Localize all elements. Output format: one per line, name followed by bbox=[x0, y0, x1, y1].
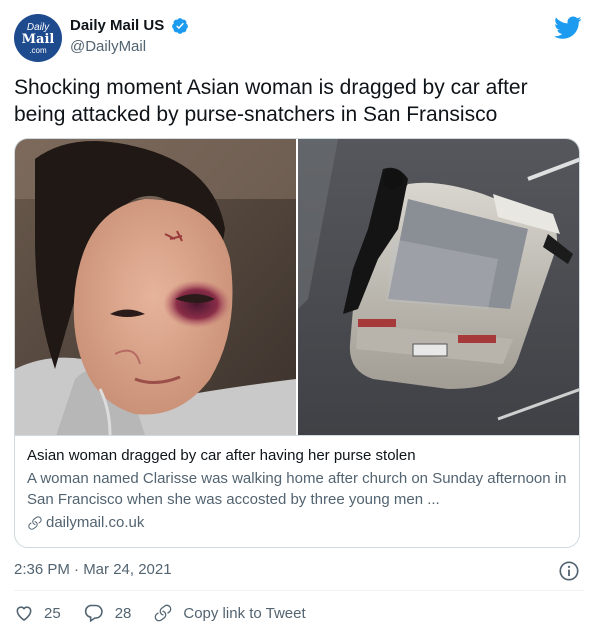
reply-count: 28 bbox=[114, 604, 132, 622]
link-icon bbox=[155, 604, 172, 622]
heart-icon bbox=[16, 606, 32, 622]
tweet-timestamp[interactable]: 2:36 PM · Mar 24, 2021 bbox=[14, 560, 172, 580]
card-image-car[interactable] bbox=[298, 139, 579, 435]
link-card[interactable]: Asian woman dragged by car after having … bbox=[14, 138, 580, 548]
display-name[interactable]: Daily Mail US bbox=[70, 16, 164, 36]
twitter-bird-icon[interactable] bbox=[554, 16, 582, 40]
copy-link-button[interactable]: Copy link to Tweet bbox=[153, 603, 306, 623]
avatar[interactable]: Daily Mail .com bbox=[14, 14, 62, 62]
card-title[interactable]: Asian woman dragged by car after having … bbox=[27, 446, 569, 466]
author-handle[interactable]: @DailyMail bbox=[70, 37, 189, 57]
avatar-text-main: Mail bbox=[21, 32, 55, 47]
link-icon bbox=[28, 516, 42, 530]
tweet-header: Daily Mail .com Daily Mail US @DailyMail bbox=[14, 14, 584, 62]
author-names: Daily Mail US @DailyMail bbox=[70, 16, 189, 57]
verified-badge-icon bbox=[171, 18, 188, 34]
reply-button[interactable]: 28 bbox=[83, 603, 132, 623]
tweet-text: Shocking moment Asian woman is dragged b… bbox=[14, 76, 528, 126]
card-description: A woman named Clarisse was walking home … bbox=[27, 470, 567, 508]
copy-link-label: Copy link to Tweet bbox=[183, 604, 306, 622]
like-button[interactable]: 25 bbox=[14, 603, 61, 623]
card-domain[interactable]: dailymail.co.uk bbox=[27, 513, 569, 533]
card-domain-text: dailymail.co.uk bbox=[46, 514, 145, 531]
car-surveillance-photo bbox=[298, 139, 579, 435]
tweet-embed: Daily Mail .com Daily Mail US @DailyMail… bbox=[0, 0, 598, 632]
reply-bubble-icon bbox=[84, 604, 103, 623]
avatar-text-bottom: .com bbox=[29, 46, 47, 55]
action-bar: 25 28 Copy link to Tweet bbox=[14, 600, 328, 626]
info-icon[interactable] bbox=[558, 560, 580, 582]
card-media[interactable] bbox=[15, 139, 579, 436]
card-image-face[interactable] bbox=[15, 139, 296, 435]
card-body[interactable]: Asian woman dragged by car after having … bbox=[15, 436, 579, 543]
like-count: 25 bbox=[44, 604, 61, 622]
divider bbox=[14, 590, 584, 591]
injured-woman-photo bbox=[15, 139, 296, 435]
